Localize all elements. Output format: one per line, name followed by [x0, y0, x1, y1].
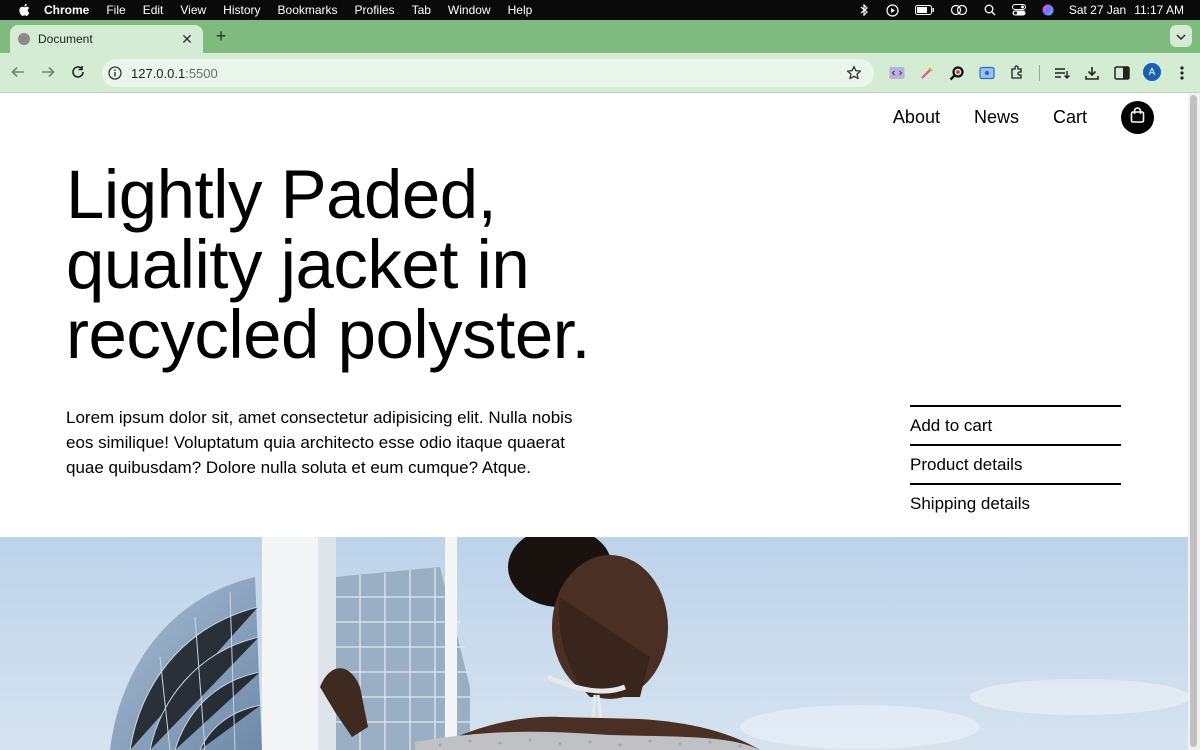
menu-profiles[interactable]: Profiles	[355, 3, 395, 17]
menu-window[interactable]: Window	[448, 3, 491, 17]
tab-title: Document	[38, 32, 93, 46]
bookmark-star-icon[interactable]	[846, 65, 862, 81]
extensions-puzzle-icon[interactable]	[1008, 64, 1026, 82]
screen-capture-extension-icon[interactable]	[978, 64, 996, 82]
download-icon[interactable]	[1083, 64, 1101, 82]
site-info-icon[interactable]	[107, 65, 123, 81]
apple-logo-icon[interactable]	[16, 3, 32, 17]
toolbar-separator	[1039, 65, 1040, 81]
url-port: :5500	[185, 65, 218, 81]
bluetooth-icon[interactable]	[857, 4, 871, 16]
kebab-menu-icon[interactable]	[1173, 64, 1191, 82]
menu-tab[interactable]: Tab	[412, 3, 431, 17]
close-tab-icon[interactable]: ✕	[179, 31, 195, 48]
address-bar[interactable]: 127.0.0.1:5500	[102, 59, 874, 87]
tab-search-button[interactable]	[1170, 25, 1192, 47]
page-scrollbar[interactable]	[1188, 93, 1200, 750]
product-description: Lorem ipsum dolor sit, amet consectetur …	[66, 408, 573, 477]
siri-icon[interactable]	[1041, 4, 1055, 16]
shipping-details-link[interactable]: Shipping details	[910, 483, 1121, 522]
reload-icon[interactable]	[70, 64, 86, 80]
menu-app-name[interactable]: Chrome	[44, 3, 89, 17]
menu-edit[interactable]: Edit	[143, 3, 164, 17]
browser-tab-strip: Document ✕ +	[0, 20, 1200, 53]
code-extension-icon[interactable]	[888, 64, 906, 82]
macos-menu-bar: Chrome File Edit View History Bookmarks …	[0, 0, 1200, 20]
menu-file[interactable]: File	[106, 3, 125, 17]
nav-news-link[interactable]: News	[974, 107, 1019, 128]
reading-list-icon[interactable]	[1053, 64, 1071, 82]
menubar-time[interactable]: 11:17 AM	[1134, 3, 1184, 17]
control-center-icon[interactable]	[1011, 4, 1026, 16]
play-circle-icon[interactable]	[886, 3, 900, 17]
browser-tab-document[interactable]: Document ✕	[10, 25, 203, 53]
nav-cart-link[interactable]: Cart	[1053, 107, 1087, 128]
product-details-link[interactable]: Product details	[910, 444, 1121, 483]
menu-help[interactable]: Help	[508, 3, 533, 17]
chevron-down-icon	[1176, 27, 1186, 45]
profile-avatar[interactable]: A	[1143, 63, 1161, 81]
forward-arrow-icon[interactable]	[40, 64, 56, 80]
shopping-bag-icon	[1130, 107, 1145, 128]
nav-about-link[interactable]: About	[893, 107, 940, 128]
menu-bookmarks[interactable]: Bookmarks	[278, 3, 338, 17]
spotlight-search-icon[interactable]	[983, 4, 997, 16]
url-host: 127.0.0.1	[131, 65, 186, 81]
menubar-date[interactable]: Sat 27 Jan	[1069, 3, 1126, 17]
link-icon[interactable]	[950, 4, 968, 16]
shopping-bag-button[interactable]	[1121, 101, 1154, 134]
browser-toolbar: 127.0.0.1:5500 A	[0, 53, 1200, 93]
color-picker-extension-icon[interactable]	[918, 64, 936, 82]
battery-icon[interactable]	[914, 4, 935, 16]
scrollbar-thumb[interactable]	[1190, 95, 1197, 747]
new-tab-button[interactable]: +	[212, 27, 230, 45]
site-navigation: About News Cart	[893, 101, 1154, 134]
magnifier-extension-icon[interactable]	[948, 64, 966, 82]
product-actions: Add to cart Product details Shipping det…	[910, 405, 1121, 522]
globe-favicon-icon	[18, 33, 30, 45]
menu-view[interactable]: View	[180, 3, 206, 17]
page-viewport: About News Cart Lightly Paded, quality j…	[0, 93, 1188, 750]
product-headline: Lightly Paded, quality jacket in recycle…	[66, 156, 591, 373]
back-arrow-icon[interactable]	[10, 64, 26, 80]
side-panel-icon[interactable]	[1113, 64, 1131, 82]
add-to-cart-button[interactable]: Add to cart	[910, 405, 1121, 444]
hero-image	[0, 537, 1188, 750]
menu-history[interactable]: History	[223, 3, 260, 17]
